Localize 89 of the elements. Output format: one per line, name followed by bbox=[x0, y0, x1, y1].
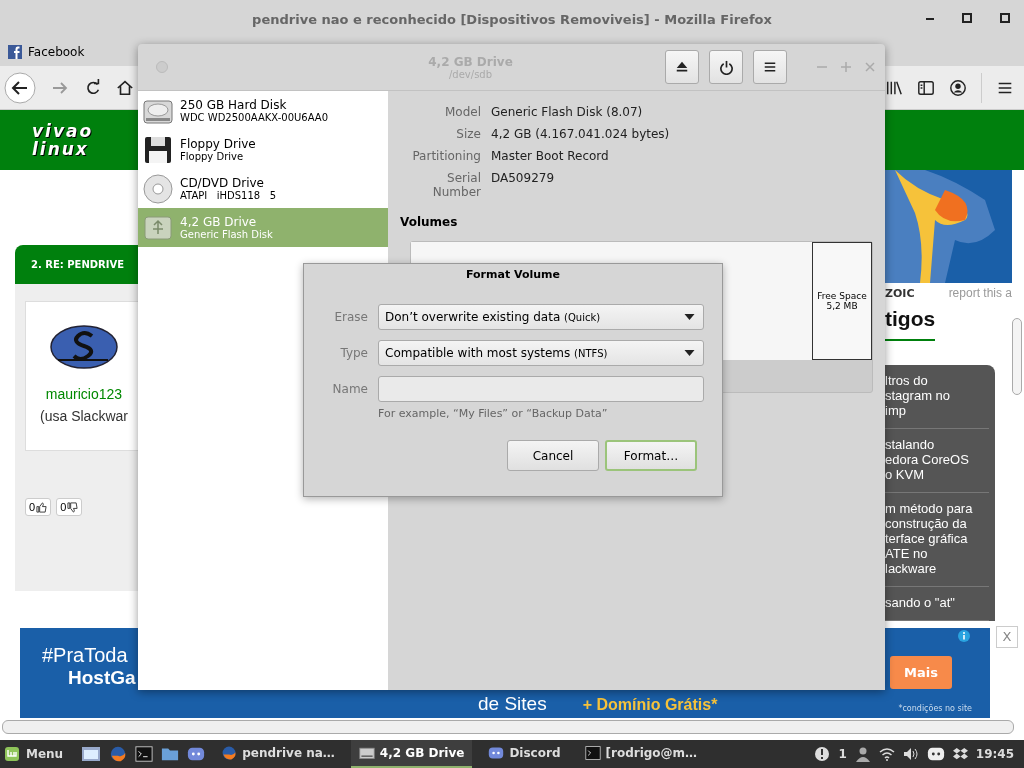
username-link[interactable]: mauricio123 bbox=[45, 386, 123, 402]
caret-icon bbox=[684, 350, 695, 356]
reload-icon[interactable] bbox=[84, 78, 102, 97]
thumbs-up-icon bbox=[36, 501, 48, 513]
ad-brand: HostGa bbox=[68, 667, 137, 689]
dropdown[interactable]: Don’t overwrite existing data (Quick) bbox=[378, 304, 704, 330]
terminal-icon bbox=[584, 745, 601, 761]
browser-icon[interactable] bbox=[109, 745, 128, 763]
ad-slogan: de Sites bbox=[478, 694, 547, 713]
volume-icon[interactable] bbox=[902, 746, 919, 762]
detail-label: Size bbox=[455, 127, 481, 141]
vertical-scrollbar[interactable] bbox=[1012, 318, 1022, 395]
free-space-block[interactable]: Free Space 5,2 MB bbox=[812, 242, 872, 360]
ad-network-logo: ZOIC bbox=[885, 286, 915, 300]
taskbar-window-button[interactable]: Discord bbox=[480, 740, 569, 768]
menu-icon bbox=[764, 61, 776, 73]
window-title: pendrive nao e reconhecido [Dispositivos Removiveis] - Mozilla Firefox bbox=[252, 11, 772, 27]
section-heading: Volumes bbox=[400, 215, 459, 229]
sidebar-icon[interactable] bbox=[917, 78, 935, 97]
site-logo[interactable]: vivao linux bbox=[32, 122, 94, 158]
detail-value: DA509279 bbox=[491, 171, 556, 187]
notification-count: 1 bbox=[838, 747, 847, 761]
drive-model: WDC WD2500AAKX-00U6AA0 bbox=[180, 112, 328, 123]
drive-model: Floppy Drive bbox=[180, 151, 245, 162]
detail-value: Master Boot Record bbox=[491, 149, 610, 163]
detail-value: Generic Flash Disk (8.07) bbox=[491, 105, 644, 119]
detail-value: 4,2 GB (4.167.041.024 bytes) bbox=[491, 127, 670, 141]
browser-icon bbox=[221, 745, 238, 761]
taskbar-window-button[interactable]: pendrive na… bbox=[213, 740, 343, 768]
maximize-icon[interactable] bbox=[962, 13, 972, 23]
account-icon[interactable] bbox=[949, 78, 967, 97]
chat-icon bbox=[488, 745, 505, 761]
name-input-field[interactable] bbox=[378, 376, 704, 402]
drive-item[interactable]: Floppy Drive Floppy Drive bbox=[138, 130, 388, 169]
eject-button[interactable] bbox=[665, 50, 699, 84]
user-icon[interactable] bbox=[854, 746, 871, 762]
drive-model: ATAPI iHDS118 5 bbox=[180, 190, 277, 201]
format-button[interactable]: Format… bbox=[605, 440, 697, 471]
start-menu-button[interactable]: Menu bbox=[4, 746, 74, 762]
post-heading: 2. RE: PENDRIVE bbox=[15, 245, 138, 284]
taskbar-window-button[interactable]: [rodrigo@m… bbox=[576, 740, 706, 768]
field-hint: For example, “My Files” or “Backup Data” bbox=[378, 407, 609, 420]
optical-disc-icon bbox=[142, 172, 174, 205]
bookmark-item[interactable]: Facebook bbox=[8, 45, 85, 59]
eject-icon bbox=[675, 60, 689, 74]
ad-footnote: *condições no site bbox=[898, 704, 972, 713]
terminal-icon[interactable] bbox=[135, 745, 154, 763]
clock[interactable]: 19:45 bbox=[975, 747, 1020, 761]
user-distro: (usa Slackwar bbox=[40, 408, 128, 424]
mint-logo-icon bbox=[4, 746, 20, 762]
cancel-button[interactable]: Cancel bbox=[507, 440, 599, 471]
taskbar-window-button[interactable]: 4,2 GB Drive bbox=[350, 740, 473, 768]
field-label: Name bbox=[331, 381, 368, 396]
like-button[interactable]: 0 bbox=[25, 498, 52, 516]
drive-item[interactable]: CD/DVD Drive ATAPI iHDS118 5 bbox=[138, 169, 388, 208]
drive-name: Floppy Drive bbox=[180, 137, 256, 151]
field-label: Type bbox=[339, 345, 368, 360]
menu-button[interactable] bbox=[753, 50, 787, 84]
chat-icon[interactable] bbox=[187, 745, 206, 763]
dialog-title: Format Volume bbox=[465, 268, 561, 281]
home-icon[interactable] bbox=[116, 78, 134, 97]
drive-name: CD/DVD Drive bbox=[180, 176, 265, 190]
thumbs-down-icon bbox=[67, 501, 79, 513]
dropdown[interactable]: Compatible with most systems (NTFS) bbox=[378, 340, 704, 366]
alert-icon[interactable] bbox=[814, 746, 831, 762]
detail-label: Serial Number bbox=[431, 171, 481, 199]
wifi-icon[interactable] bbox=[878, 746, 895, 762]
file-manager-icon[interactable] bbox=[81, 744, 102, 764]
drive-name: 4,2 GB Drive bbox=[180, 215, 258, 229]
detail-label: Model bbox=[443, 105, 481, 119]
facebook-icon bbox=[8, 45, 22, 59]
ad-hashtag: #PraToda bbox=[42, 644, 129, 667]
ad-offer: + Domínio Grátis* bbox=[582, 696, 718, 713]
back-icon[interactable] bbox=[4, 71, 36, 104]
power-icon bbox=[718, 59, 734, 75]
chat-icon[interactable] bbox=[926, 745, 945, 763]
drive-item[interactable]: 250 GB Hard Disk WDC WD2500AAKX-00U6AA0 bbox=[138, 91, 388, 130]
close-ad-button[interactable]: X bbox=[996, 626, 1018, 648]
dropbox-icon[interactable] bbox=[952, 746, 968, 762]
detail-label: Partitioning bbox=[411, 149, 481, 163]
dislike-button[interactable]: 0 bbox=[56, 498, 83, 516]
drive-name: 250 GB Hard Disk bbox=[180, 98, 288, 112]
field-label: Erase bbox=[333, 309, 368, 324]
drive-model: Generic Flash Disk bbox=[180, 229, 273, 240]
horizontal-scrollbar[interactable] bbox=[2, 720, 1014, 734]
caret-icon bbox=[684, 314, 695, 320]
info-icon[interactable] bbox=[958, 630, 970, 642]
power-button[interactable] bbox=[709, 50, 743, 84]
section-heading: tigos bbox=[885, 307, 936, 330]
